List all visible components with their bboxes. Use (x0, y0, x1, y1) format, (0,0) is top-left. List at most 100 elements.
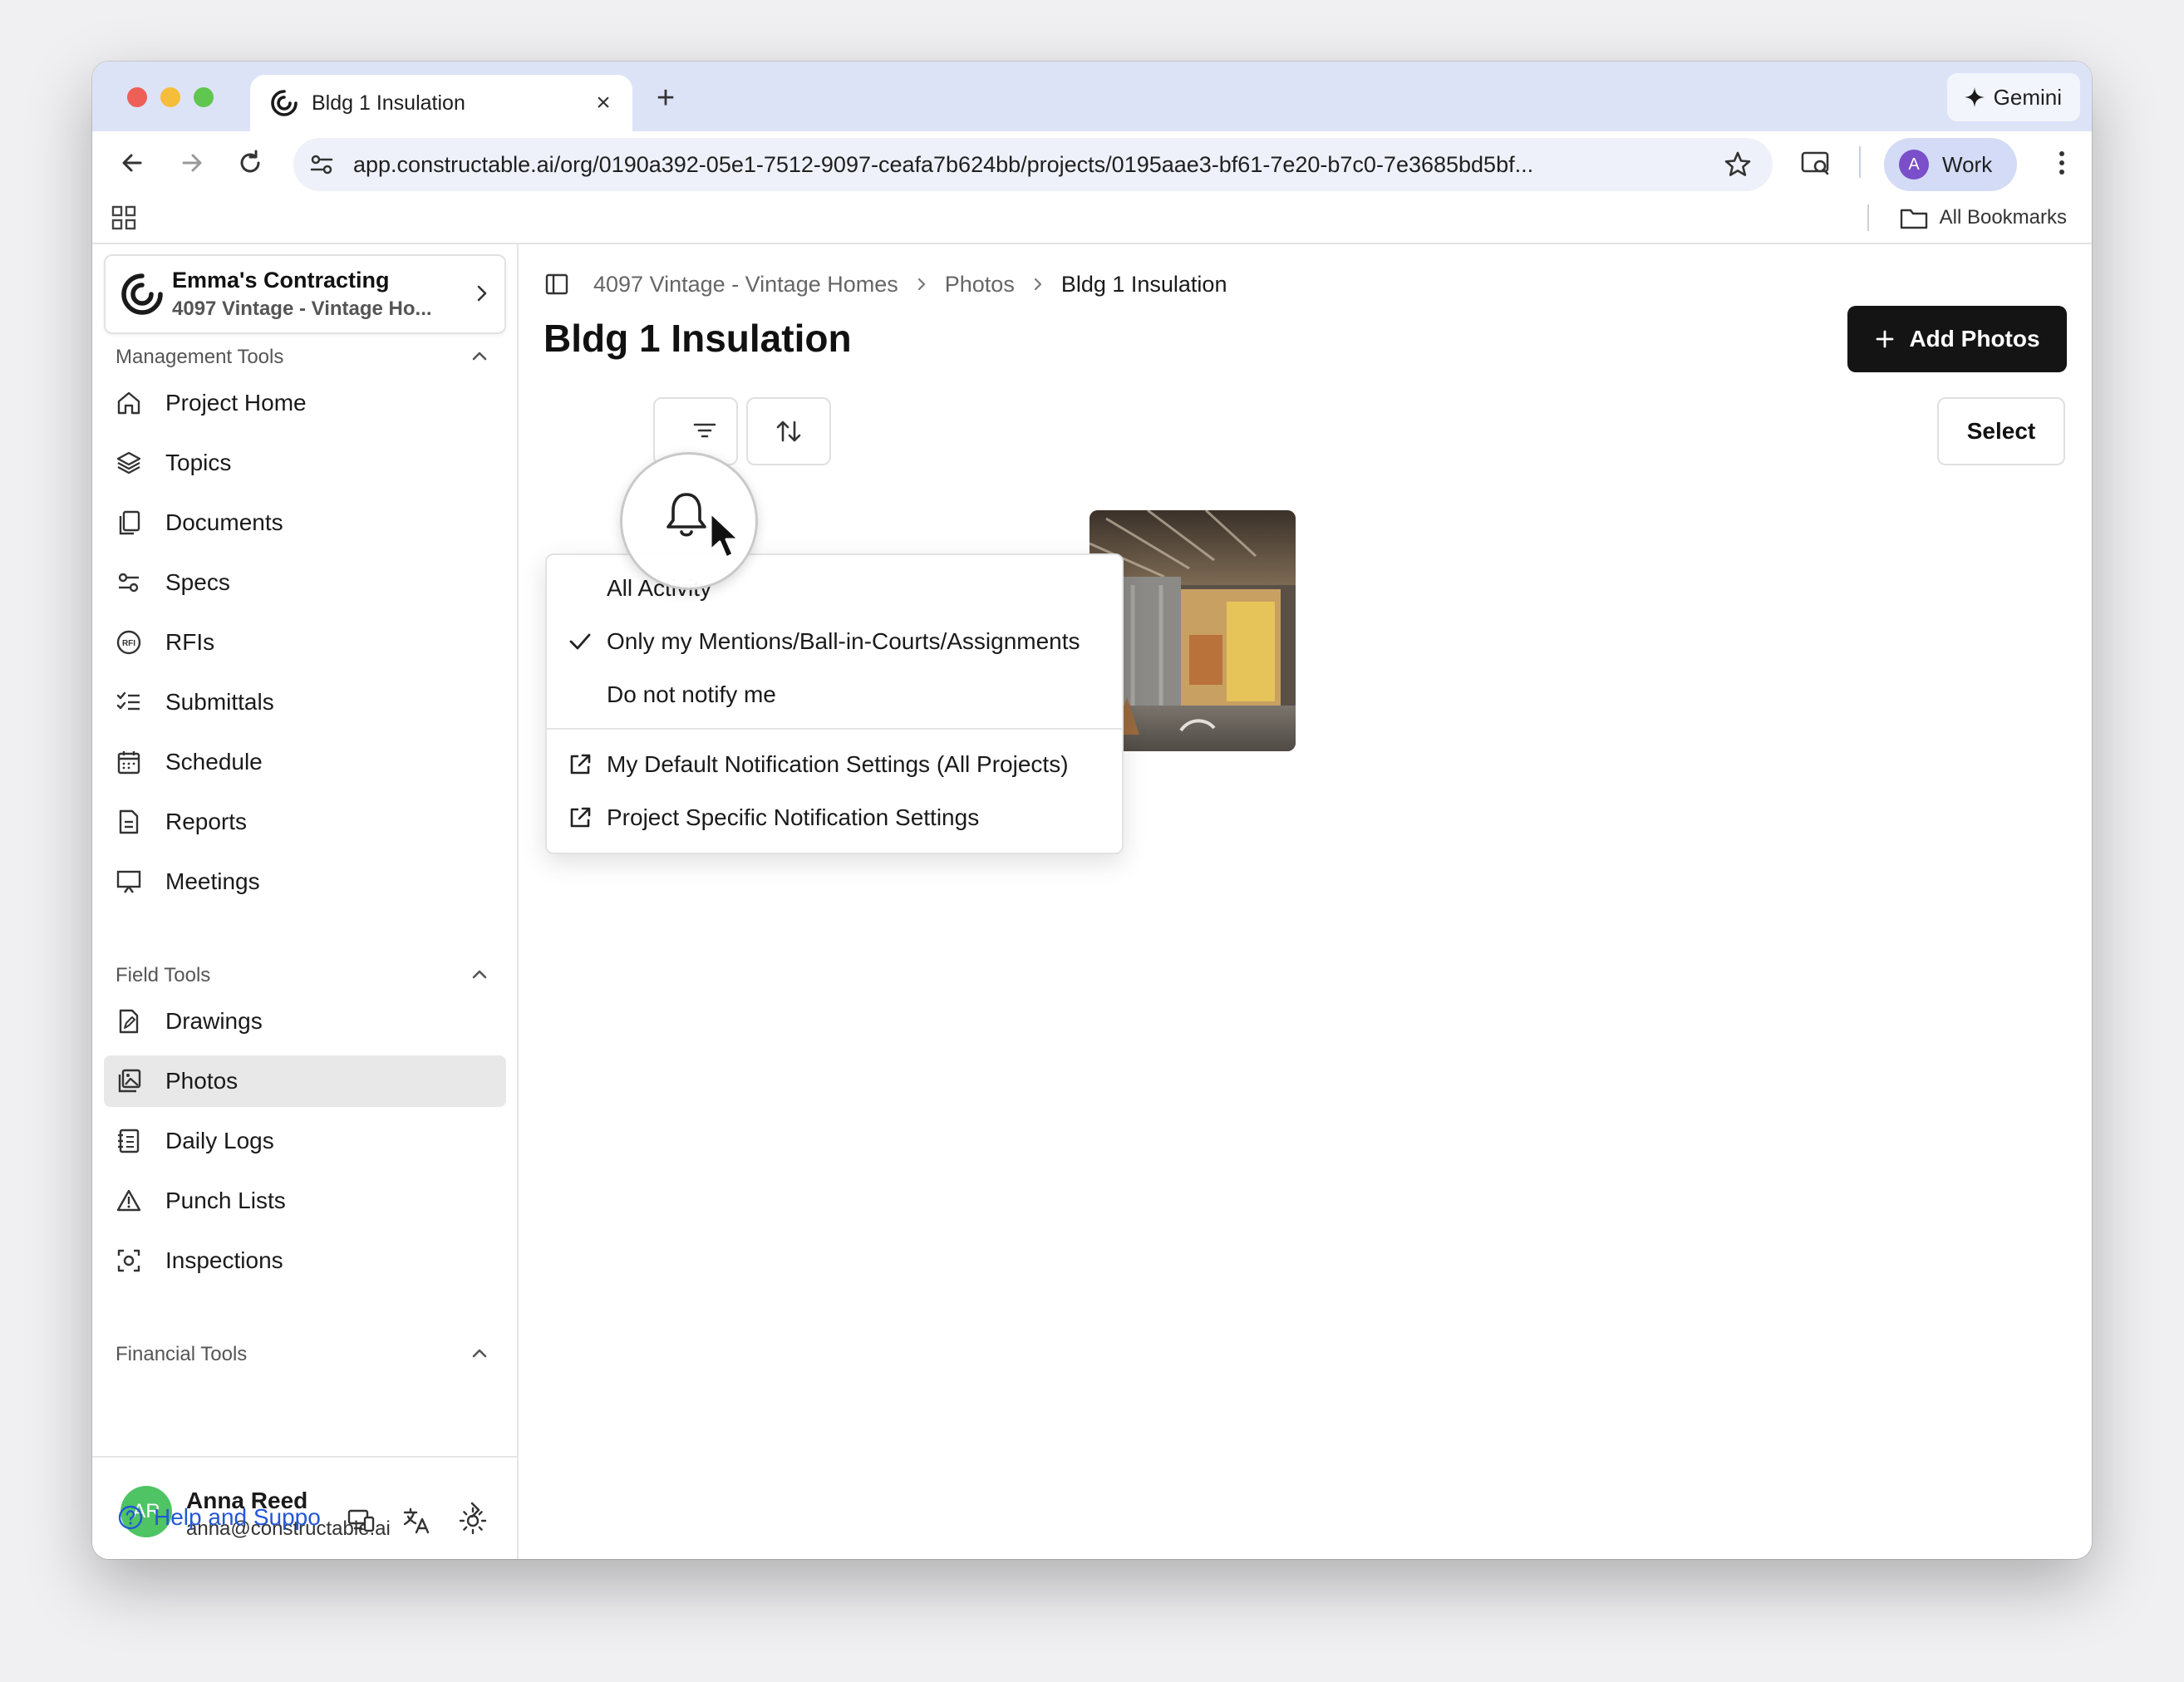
address-bar[interactable]: app.constructable.ai/org/0190a392-05e1-7… (293, 138, 1773, 191)
devices-icon[interactable] (347, 1506, 376, 1536)
sidebar-item-label: Punch Lists (165, 1188, 286, 1213)
kebab-menu-icon[interactable] (2045, 146, 2078, 180)
site-settings-icon[interactable] (308, 151, 335, 178)
breadcrumb-project[interactable]: 4097 Vintage - Vintage Homes (593, 272, 898, 298)
sun-icon[interactable] (458, 1506, 488, 1536)
gemini-label: Gemini (1993, 85, 2062, 110)
chevron-up-icon[interactable] (468, 962, 491, 986)
svg-text:RFI: RFI (122, 639, 135, 648)
chevron-up-icon[interactable] (468, 1341, 491, 1365)
menu-item-all-activity[interactable]: All Activity (547, 562, 1122, 615)
sidebar-item-label: Specs (165, 569, 230, 595)
sidebar-item-specs[interactable]: Specs (104, 557, 506, 608)
chevron-right-icon (917, 278, 925, 291)
sidebar-item-punch-lists[interactable]: Punch Lists (104, 1175, 506, 1227)
help-circle-icon (118, 1505, 143, 1530)
forward-arrow-icon[interactable] (175, 146, 209, 180)
menu-item-label: Only my Mentions/Ball-in-Courts/Assignme… (607, 628, 1080, 654)
page-title: Bldg 1 Insulation (544, 317, 852, 360)
menu-item-project-settings[interactable]: Project Specific Notification Settings (547, 791, 1122, 844)
photos-icon (118, 1069, 141, 1093)
sidebar-item-label: Submittals (165, 689, 274, 715)
sidebar-item-topics[interactable]: Topics (104, 437, 506, 489)
notification-menu: All Activity Only my Mentions/Ball-in-Co… (545, 553, 1124, 854)
all-bookmarks-label: All Bookmarks (1939, 206, 2067, 229)
sidebar-item-schedule[interactable]: Schedule (104, 736, 506, 788)
sidebar-item-project-home[interactable]: Project Home (104, 377, 506, 429)
menu-item-default-settings[interactable]: My Default Notification Settings (All Pr… (547, 738, 1122, 791)
help-label: Help and Suppo (154, 1504, 321, 1530)
sidebar-item-submittals[interactable]: Submittals (104, 676, 506, 728)
gemini-button[interactable]: Gemini (1946, 73, 2080, 121)
back-arrow-icon[interactable] (116, 146, 149, 180)
filter-lines-icon (693, 423, 716, 438)
folder-icon (1900, 209, 1927, 229)
notebook-icon (118, 1129, 140, 1153)
sidebar-item-photos[interactable]: Photos (104, 1055, 506, 1107)
browser-window: Bldg 1 Insulation × + Gemini app.constru… (92, 61, 2092, 1559)
breadcrumb-current: Bldg 1 Insulation (1060, 271, 1227, 297)
layers-icon (116, 451, 141, 475)
sort-button[interactable] (746, 397, 831, 465)
bookmark-star-icon[interactable] (1723, 150, 1753, 180)
new-tab-icon[interactable]: + (649, 81, 682, 115)
sidebar-item-daily-logs[interactable]: Daily Logs (104, 1115, 506, 1167)
close-tab-icon[interactable]: × (589, 89, 617, 117)
breadcrumb: 4097 Vintage - Vintage Homes Photos Bldg… (544, 268, 1227, 301)
translate-icon[interactable] (401, 1506, 431, 1536)
project-name: 4097 Vintage - Vintage Ho... (172, 298, 432, 320)
menu-item-label: Project Specific Notification Settings (607, 804, 980, 830)
all-bookmarks-button[interactable]: All Bookmarks (1900, 193, 2067, 243)
plus-icon (1877, 330, 1894, 348)
maximize-window-button[interactable] (194, 87, 214, 107)
sidebar-item-drawings[interactable]: Drawings (104, 996, 506, 1047)
org-name: Emma's Contracting (172, 268, 390, 293)
org-switcher[interactable]: Emma's Contracting 4097 Vintage - Vintag… (104, 254, 506, 334)
constructable-logo-icon (271, 90, 298, 116)
sidebar-item-label: Schedule (165, 749, 263, 775)
profile-button[interactable]: A Work (1884, 138, 2017, 191)
sidebar-item-label: Meetings (165, 868, 260, 894)
tab-search-icon[interactable] (1799, 146, 1832, 180)
sidebar-item-documents[interactable]: Documents (104, 497, 506, 548)
bookmarks-divider (1867, 204, 1869, 231)
sidebar-item-label: Daily Logs (165, 1128, 274, 1153)
url-text: app.constructable.ai/org/0190a392-05e1-7… (353, 152, 1534, 177)
help-link[interactable]: Help and Suppo (117, 1504, 321, 1531)
breadcrumb-photos[interactable]: Photos (945, 272, 1015, 298)
sidebar-item-label: RFIs (165, 629, 215, 655)
rfi-icon: RFI (116, 630, 141, 655)
home-icon (117, 391, 140, 415)
sidebar-item-label: Documents (165, 509, 283, 535)
sidebar-item-meetings[interactable]: Meetings (104, 856, 506, 907)
menu-divider (547, 728, 1122, 730)
sidebar-item-reports[interactable]: Reports (104, 796, 506, 848)
sidebar: Emma's Contracting 4097 Vintage - Vintag… (92, 244, 519, 1559)
menu-item-label: My Default Notification Settings (All Pr… (607, 751, 1069, 777)
external-link-icon (570, 754, 591, 775)
browser-tab[interactable]: Bldg 1 Insulation × (250, 75, 632, 131)
report-icon (119, 809, 139, 834)
sparkle-icon (1964, 87, 1985, 107)
add-photos-button[interactable]: Add Photos (1847, 306, 2067, 372)
sidebar-item-label: Photos (165, 1068, 239, 1094)
sidebar-item-rfis[interactable]: RFI RFIs (104, 617, 506, 668)
sort-arrows-icon (776, 420, 801, 442)
profile-avatar: A (1899, 150, 1929, 180)
chevron-up-icon[interactable] (468, 344, 491, 367)
sidebar-item-inspections[interactable]: Inspections (104, 1235, 506, 1286)
presentation-icon (116, 870, 141, 893)
toolbar-divider (1859, 146, 1861, 178)
profile-label: Work (1942, 151, 1993, 177)
select-button[interactable]: Select (1937, 397, 2065, 465)
menu-item-do-not-notify[interactable]: Do not notify me (547, 668, 1122, 721)
minimize-window-button[interactable] (160, 87, 180, 107)
apps-grid-icon[interactable] (111, 204, 137, 231)
close-window-button[interactable] (127, 87, 147, 107)
reload-icon[interactable] (234, 146, 267, 180)
menu-item-only-mentions[interactable]: Only my Mentions/Ball-in-Courts/Assignme… (547, 615, 1122, 668)
calendar-icon (117, 751, 140, 775)
financial-tools-header: Financial Tools (116, 1343, 248, 1365)
sidebar-toggle-icon[interactable] (544, 271, 570, 298)
scan-eye-icon (117, 1249, 140, 1272)
